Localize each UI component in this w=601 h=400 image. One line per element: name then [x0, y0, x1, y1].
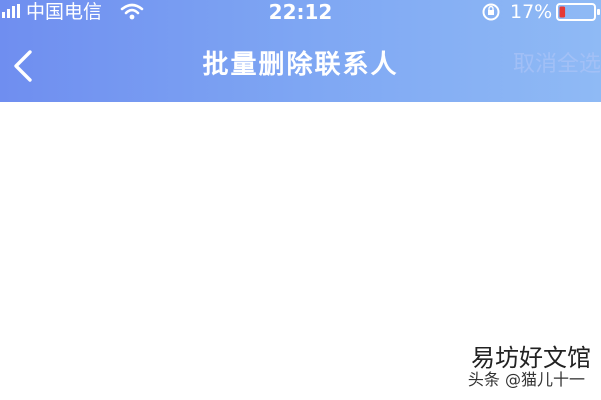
status-bar: 中国电信 22:12 17%: [0, 0, 601, 24]
chevron-left-icon[interactable]: [4, 42, 44, 90]
watermark-site: 易坊好文馆: [471, 344, 591, 372]
cancel-select-all-button[interactable]: 取消全选: [491, 50, 601, 80]
watermark-author: 头条 @猫儿十一: [467, 370, 585, 389]
watermark: 易坊好文馆 头条 @猫儿十一: [425, 344, 595, 392]
orientation-lock-icon: [482, 3, 500, 21]
battery-low-icon: [556, 3, 600, 21]
nav-bar: 批量删除联系人 取消全选: [0, 34, 601, 98]
battery-percent: 17%: [510, 1, 553, 23]
header: 中国电信 22:12 17% 批量删除联系人 取消全选: [0, 0, 601, 102]
